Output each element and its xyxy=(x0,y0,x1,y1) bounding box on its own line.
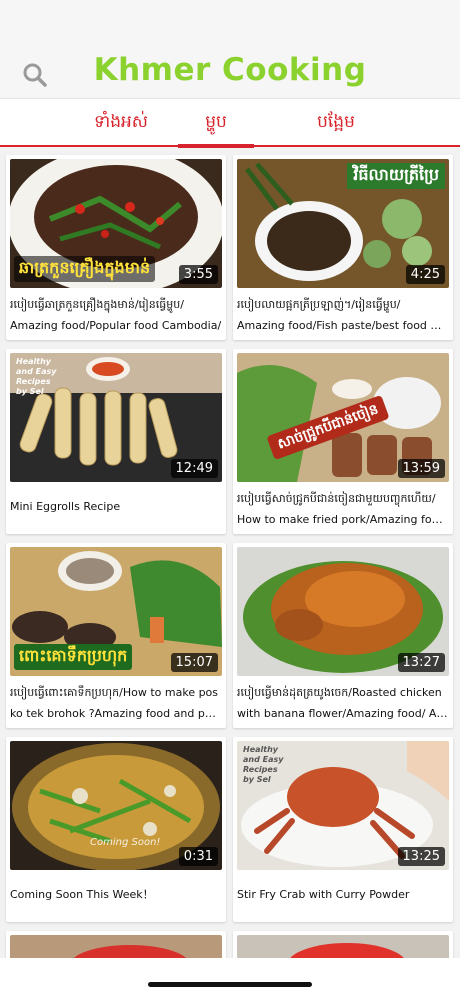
app-title: Khmer Cooking xyxy=(93,52,367,88)
video-card[interactable]: 13:27 របៀបធ្វើមាន់ដុតត្រយូងចេក/Roasted c… xyxy=(233,543,453,728)
video-title-line1: របៀបធ្វើឆាត្រកួនគ្រឿងក្នុងមាន់/រៀនធ្វើម្… xyxy=(10,298,184,311)
video-duration: 0:31 xyxy=(178,847,218,866)
video-title[interactable]: របៀបធ្វើឆាត្រកួនគ្រឿងក្នុងមាន់/រៀនធ្វើម្… xyxy=(10,294,222,336)
video-title[interactable]: របៀបធ្វើសាច់ជ្រូកបីជាន់ចៀនជាមួយបញ្ចុកហើយ… xyxy=(237,488,449,530)
home-indicator[interactable] xyxy=(148,982,312,987)
video-title[interactable]: របៀបធ្វើមាន់ដុតត្រយូងចេក/Roasted chicken… xyxy=(237,682,449,724)
video-title-line2: ko tek brohok ?Amazing food and popu… xyxy=(10,707,222,720)
thumbnail-caption: ពោះគោទឹកប្រហុក xyxy=(14,644,133,670)
thumbnail-caption: វិធីលាយត្រីប្រៃ xyxy=(347,163,445,189)
video-thumbnail[interactable]: Coming Soon! 0:31 xyxy=(10,741,222,870)
video-duration: 13:25 xyxy=(397,847,445,866)
video-thumbnail[interactable]: ពោះគោទឹកប្រហុក 15:07 xyxy=(10,547,222,676)
video-title-line1: របៀបធ្វើសាច់ជ្រូកបីជាន់ចៀនជាមួយបញ្ចុកហើយ… xyxy=(237,492,436,505)
tab-food[interactable]: ម្ហូប xyxy=(178,99,254,148)
video-thumbnail[interactable]: ឆាត្រកួនគ្រឿងក្នុងមាន់ 3:55 xyxy=(10,159,222,288)
video-title-line2: Amazing food/Fish paste/best food Ca… xyxy=(237,319,449,332)
tab-all[interactable]: ទាំងអស់ xyxy=(66,99,176,145)
video-card[interactable]: Coming Soon! 0:31 Coming Soon This Week！ xyxy=(6,737,226,922)
video-duration: 13:27 xyxy=(397,653,445,672)
video-duration: 12:49 xyxy=(170,459,218,478)
video-thumbnail[interactable]: Healthy and Easy Recipes by Sel 12:49 xyxy=(10,353,222,482)
video-thumbnail[interactable]: 13:27 xyxy=(237,547,449,676)
video-thumbnail[interactable]: វិធីលាយត្រីប្រៃ 4:25 xyxy=(237,159,449,288)
thumbnail-caption: Coming Soon! xyxy=(90,837,161,848)
video-title-line1: របៀបធ្វើមាន់ដុតត្រយូងចេក/Roasted chicken xyxy=(237,686,442,699)
video-title-line1: របៀបលាយផ្អកត្រីប្រឡាញ់។/រៀនធ្វើម្ហូប/ xyxy=(237,298,401,311)
video-title[interactable]: Mini Eggrolls Recipe xyxy=(10,496,222,517)
video-title-line2: How to make fried pork/Amazing food a… xyxy=(237,513,449,526)
thumbnail-caption: Healthy and Easy Recipes by Sel xyxy=(16,357,57,396)
video-thumbnail[interactable]: សាច់ជ្រូកបីជាន់ចៀន 13:59 xyxy=(237,353,449,482)
video-title[interactable]: Stir Fry Crab with Curry Powder xyxy=(237,884,449,905)
video-title-line2: with banana flower/Amazing food/ Asia… xyxy=(237,707,449,720)
video-title-line1: Mini Eggrolls Recipe xyxy=(10,500,121,513)
category-tabs: ទាំងអស់ ម្ហូប បង្អែម xyxy=(0,98,460,148)
thumbnail-caption: Healthy and Easy Recipes by Sel xyxy=(243,745,284,784)
video-duration: 15:07 xyxy=(170,653,218,672)
video-card[interactable]: សាច់ជ្រូកបីជាន់ចៀន 13:59 របៀបធ្វើសាច់ជ្រ… xyxy=(233,349,453,534)
app-header: Khmer Cooking xyxy=(0,0,460,98)
video-duration: 3:55 xyxy=(178,265,218,284)
video-title-line1: Coming Soon This Week！ xyxy=(10,888,154,901)
video-card[interactable]: ពោះគោទឹកប្រហុក 15:07 របៀបធ្វើពោះគោទឹកប្រ… xyxy=(6,543,226,728)
video-thumbnail[interactable]: Healthy and Easy Recipes by Sel 13:25 xyxy=(237,741,449,870)
video-card[interactable]: ឆាត្រកួនគ្រឿងក្នុងមាន់ 3:55 របៀបធ្វើឆាត្… xyxy=(6,155,226,340)
tabs-underline xyxy=(0,145,460,147)
video-title-line2: Amazing food/Popular food Cambodia/ xyxy=(10,319,222,332)
video-card[interactable]: Healthy and Easy Recipes by Sel 13:25 St… xyxy=(233,737,453,922)
video-card[interactable]: Healthy and Easy Recipes by Sel 12:49 Mi… xyxy=(6,349,226,534)
video-duration: 13:59 xyxy=(397,459,445,478)
bottom-bar xyxy=(0,958,460,996)
thumbnail-caption: ឆាត្រកួនគ្រឿងក្នុងមាន់ xyxy=(14,256,156,282)
video-card[interactable]: វិធីលាយត្រីប្រៃ 4:25 របៀបលាយផ្អកត្រីប្រឡ… xyxy=(233,155,453,340)
video-title[interactable]: Coming Soon This Week！ xyxy=(10,884,222,905)
video-title-line1: Stir Fry Crab with Curry Powder xyxy=(237,888,410,901)
video-duration: 4:25 xyxy=(405,265,445,284)
video-title-line1: របៀបធ្វើពោះគោទឹកប្រហុក/How to make pos xyxy=(10,686,219,699)
video-title[interactable]: របៀបធ្វើពោះគោទឹកប្រហុក/How to make pos k… xyxy=(10,682,222,724)
tab-dessert[interactable]: បង្អែម xyxy=(292,99,380,145)
video-title[interactable]: របៀបលាយផ្អកត្រីប្រឡាញ់។/រៀនធ្វើម្ហូប/ Am… xyxy=(237,294,449,336)
